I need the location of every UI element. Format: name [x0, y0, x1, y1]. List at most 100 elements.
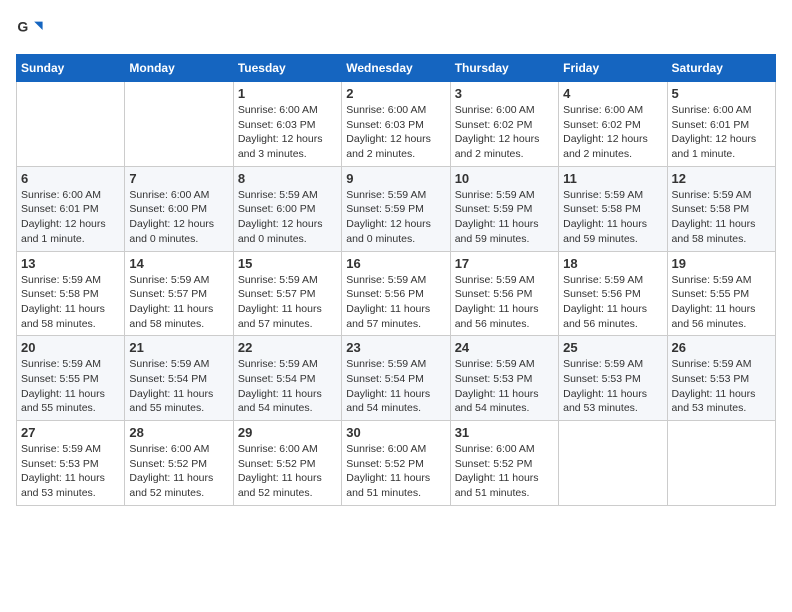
day-info: Sunrise: 5:59 AM Sunset: 5:54 PM Dayligh…	[238, 357, 337, 416]
day-number: 30	[346, 425, 445, 440]
day-info: Sunrise: 5:59 AM Sunset: 5:59 PM Dayligh…	[346, 188, 445, 247]
day-number: 20	[21, 340, 120, 355]
day-header-thursday: Thursday	[450, 55, 558, 82]
day-info: Sunrise: 6:00 AM Sunset: 6:01 PM Dayligh…	[21, 188, 120, 247]
day-number: 19	[672, 256, 771, 271]
day-info: Sunrise: 6:00 AM Sunset: 6:02 PM Dayligh…	[455, 103, 554, 162]
calendar-cell	[17, 82, 125, 167]
day-info: Sunrise: 6:00 AM Sunset: 5:52 PM Dayligh…	[129, 442, 228, 501]
calendar-cell: 4 Sunrise: 6:00 AM Sunset: 6:02 PM Daylig…	[559, 82, 667, 167]
day-header-tuesday: Tuesday	[233, 55, 341, 82]
day-info: Sunrise: 5:59 AM Sunset: 5:53 PM Dayligh…	[672, 357, 771, 416]
week-row-2: 6 Sunrise: 6:00 AM Sunset: 6:01 PM Daylig…	[17, 166, 776, 251]
calendar-cell: 2 Sunrise: 6:00 AM Sunset: 6:03 PM Daylig…	[342, 82, 450, 167]
day-info: Sunrise: 5:59 AM Sunset: 6:00 PM Dayligh…	[238, 188, 337, 247]
calendar-cell: 19 Sunrise: 5:59 AM Sunset: 5:55 PM Dayli…	[667, 251, 775, 336]
day-number: 11	[563, 171, 662, 186]
day-info: Sunrise: 6:00 AM Sunset: 5:52 PM Dayligh…	[455, 442, 554, 501]
day-info: Sunrise: 5:59 AM Sunset: 5:56 PM Dayligh…	[346, 273, 445, 332]
calendar-cell: 12 Sunrise: 5:59 AM Sunset: 5:58 PM Dayli…	[667, 166, 775, 251]
day-number: 7	[129, 171, 228, 186]
day-number: 24	[455, 340, 554, 355]
calendar-cell: 6 Sunrise: 6:00 AM Sunset: 6:01 PM Daylig…	[17, 166, 125, 251]
logo: G	[16, 16, 48, 44]
day-info: Sunrise: 5:59 AM Sunset: 5:59 PM Dayligh…	[455, 188, 554, 247]
calendar-cell: 1 Sunrise: 6:00 AM Sunset: 6:03 PM Daylig…	[233, 82, 341, 167]
day-number: 3	[455, 86, 554, 101]
calendar-cell: 20 Sunrise: 5:59 AM Sunset: 5:55 PM Dayli…	[17, 336, 125, 421]
day-info: Sunrise: 5:59 AM Sunset: 5:57 PM Dayligh…	[238, 273, 337, 332]
day-info: Sunrise: 5:59 AM Sunset: 5:56 PM Dayligh…	[563, 273, 662, 332]
day-number: 23	[346, 340, 445, 355]
calendar-cell: 13 Sunrise: 5:59 AM Sunset: 5:58 PM Dayli…	[17, 251, 125, 336]
day-info: Sunrise: 5:59 AM Sunset: 5:53 PM Dayligh…	[563, 357, 662, 416]
day-number: 6	[21, 171, 120, 186]
day-number: 13	[21, 256, 120, 271]
week-row-3: 13 Sunrise: 5:59 AM Sunset: 5:58 PM Dayli…	[17, 251, 776, 336]
day-number: 31	[455, 425, 554, 440]
page-header: G	[16, 16, 776, 44]
day-number: 4	[563, 86, 662, 101]
day-number: 10	[455, 171, 554, 186]
day-info: Sunrise: 6:00 AM Sunset: 6:01 PM Dayligh…	[672, 103, 771, 162]
calendar-cell: 31 Sunrise: 6:00 AM Sunset: 5:52 PM Dayli…	[450, 421, 558, 506]
calendar-cell: 10 Sunrise: 5:59 AM Sunset: 5:59 PM Dayli…	[450, 166, 558, 251]
calendar-cell: 23 Sunrise: 5:59 AM Sunset: 5:54 PM Dayli…	[342, 336, 450, 421]
calendar-cell	[667, 421, 775, 506]
day-info: Sunrise: 5:59 AM Sunset: 5:58 PM Dayligh…	[563, 188, 662, 247]
calendar-cell: 29 Sunrise: 6:00 AM Sunset: 5:52 PM Dayli…	[233, 421, 341, 506]
calendar-cell: 8 Sunrise: 5:59 AM Sunset: 6:00 PM Daylig…	[233, 166, 341, 251]
day-number: 18	[563, 256, 662, 271]
day-info: Sunrise: 5:59 AM Sunset: 5:57 PM Dayligh…	[129, 273, 228, 332]
day-info: Sunrise: 5:59 AM Sunset: 5:56 PM Dayligh…	[455, 273, 554, 332]
day-info: Sunrise: 6:00 AM Sunset: 5:52 PM Dayligh…	[238, 442, 337, 501]
calendar-cell: 28 Sunrise: 6:00 AM Sunset: 5:52 PM Dayli…	[125, 421, 233, 506]
day-number: 9	[346, 171, 445, 186]
calendar-cell: 30Sunrise: 6:00 AM Sunset: 5:52 PM Dayli…	[342, 421, 450, 506]
calendar-cell: 7 Sunrise: 6:00 AM Sunset: 6:00 PM Daylig…	[125, 166, 233, 251]
svg-text:G: G	[17, 18, 28, 34]
calendar-cell: 24 Sunrise: 5:59 AM Sunset: 5:53 PM Dayli…	[450, 336, 558, 421]
day-info: Sunrise: 6:00 AM Sunset: 6:02 PM Dayligh…	[563, 103, 662, 162]
day-number: 1	[238, 86, 337, 101]
calendar-cell: 15 Sunrise: 5:59 AM Sunset: 5:57 PM Dayli…	[233, 251, 341, 336]
day-number: 16	[346, 256, 445, 271]
day-info: Sunrise: 6:00 AM Sunset: 6:03 PM Dayligh…	[346, 103, 445, 162]
calendar-cell: 18 Sunrise: 5:59 AM Sunset: 5:56 PM Dayli…	[559, 251, 667, 336]
calendar-cell: 11 Sunrise: 5:59 AM Sunset: 5:58 PM Dayli…	[559, 166, 667, 251]
day-header-monday: Monday	[125, 55, 233, 82]
day-header-wednesday: Wednesday	[342, 55, 450, 82]
day-info: Sunrise: 5:59 AM Sunset: 5:58 PM Dayligh…	[21, 273, 120, 332]
calendar-cell: 14 Sunrise: 5:59 AM Sunset: 5:57 PM Dayli…	[125, 251, 233, 336]
calendar-cell	[559, 421, 667, 506]
day-info: Sunrise: 6:00 AM Sunset: 6:00 PM Dayligh…	[129, 188, 228, 247]
day-number: 28	[129, 425, 228, 440]
calendar-cell: 27Sunrise: 5:59 AM Sunset: 5:53 PM Dayli…	[17, 421, 125, 506]
day-info: Sunrise: 5:59 AM Sunset: 5:53 PM Dayligh…	[455, 357, 554, 416]
calendar-cell: 17 Sunrise: 5:59 AM Sunset: 5:56 PM Dayli…	[450, 251, 558, 336]
day-number: 2	[346, 86, 445, 101]
calendar-cell	[125, 82, 233, 167]
day-number: 15	[238, 256, 337, 271]
logo-icon: G	[16, 16, 44, 44]
day-info: Sunrise: 5:59 AM Sunset: 5:53 PM Dayligh…	[21, 442, 120, 501]
day-number: 29	[238, 425, 337, 440]
day-number: 12	[672, 171, 771, 186]
day-info: Sunrise: 5:59 AM Sunset: 5:58 PM Dayligh…	[672, 188, 771, 247]
calendar-cell: 25 Sunrise: 5:59 AM Sunset: 5:53 PM Dayli…	[559, 336, 667, 421]
day-number: 14	[129, 256, 228, 271]
day-info: Sunrise: 6:00 AM Sunset: 6:03 PM Dayligh…	[238, 103, 337, 162]
day-number: 21	[129, 340, 228, 355]
day-info: Sunrise: 5:59 AM Sunset: 5:54 PM Dayligh…	[346, 357, 445, 416]
day-number: 25	[563, 340, 662, 355]
calendar-cell: 21 Sunrise: 5:59 AM Sunset: 5:54 PM Dayli…	[125, 336, 233, 421]
day-number: 17	[455, 256, 554, 271]
week-row-4: 20 Sunrise: 5:59 AM Sunset: 5:55 PM Dayli…	[17, 336, 776, 421]
day-info: Sunrise: 5:59 AM Sunset: 5:54 PM Dayligh…	[129, 357, 228, 416]
day-info: Sunrise: 5:59 AM Sunset: 5:55 PM Dayligh…	[21, 357, 120, 416]
calendar-cell: 5Sunrise: 6:00 AM Sunset: 6:01 PM Daylig…	[667, 82, 775, 167]
calendar-cell: 9 Sunrise: 5:59 AM Sunset: 5:59 PM Daylig…	[342, 166, 450, 251]
day-number: 8	[238, 171, 337, 186]
calendar-cell: 22Sunrise: 5:59 AM Sunset: 5:54 PM Dayli…	[233, 336, 341, 421]
day-info: Sunrise: 5:59 AM Sunset: 5:55 PM Dayligh…	[672, 273, 771, 332]
